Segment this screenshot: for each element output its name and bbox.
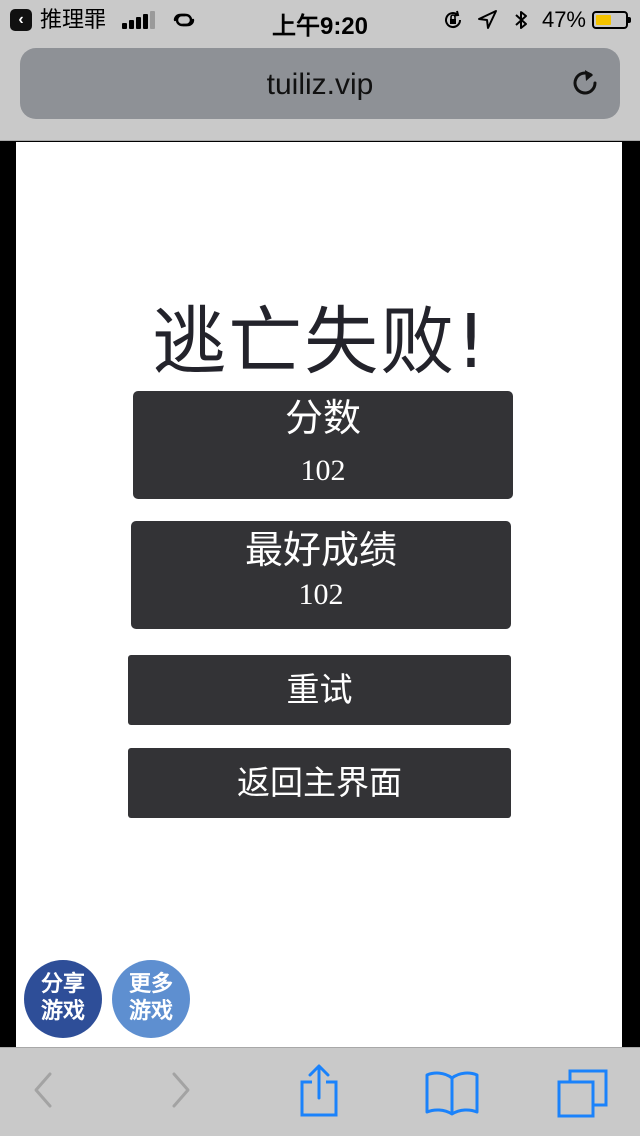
retry-button[interactable]: 重试 [128,655,511,725]
tabs-icon[interactable] [556,1068,610,1118]
battery-level-fill [596,15,612,25]
location-icon [477,10,497,29]
forward-icon[interactable] [166,1068,196,1112]
more-games-label-line2: 游戏 [128,999,173,1024]
game-viewport: 逃亡失败! 分数 102 最好成绩 102 重试 返回主界面 分享 游戏 更多 … [16,142,622,1047]
reload-icon[interactable] [568,66,602,100]
share-game-label-line2: 游戏 [40,999,85,1024]
browser-address-area: tuiliz.vip [0,40,640,141]
bluetooth-icon [515,11,527,29]
share-game-button[interactable]: 分享 游戏 [24,960,102,1038]
battery-icon [592,11,631,29]
bookmarks-icon[interactable] [424,1068,480,1116]
score-value: 102 [300,454,346,487]
status-bar: ‹ 推理罪 上午9:20 47% [0,0,640,40]
score-label: 分数 [284,396,361,440]
best-score-value: 102 [298,578,344,611]
url-text[interactable]: tuiliz.vip [20,68,620,102]
return-home-button[interactable]: 返回主界面 [128,748,511,818]
best-score-label: 最好成绩 [244,528,397,572]
game-over-title: 逃亡失败! [152,299,488,385]
best-score-panel: 最好成绩 102 [131,521,511,629]
score-panel: 分数 102 [133,391,513,499]
share-icon[interactable] [298,1064,340,1118]
more-games-button[interactable]: 更多 游戏 [112,960,190,1038]
share-game-label-line1: 分享 [40,972,85,997]
rotation-lock-icon [444,10,461,29]
browser-toolbar [0,1047,640,1136]
battery-percent: 47% [541,7,586,32]
status-bar-right: 47% [430,7,631,32]
address-bar[interactable]: tuiliz.vip [20,48,620,119]
back-icon[interactable] [28,1068,58,1112]
more-games-label-line1: 更多 [128,972,173,997]
